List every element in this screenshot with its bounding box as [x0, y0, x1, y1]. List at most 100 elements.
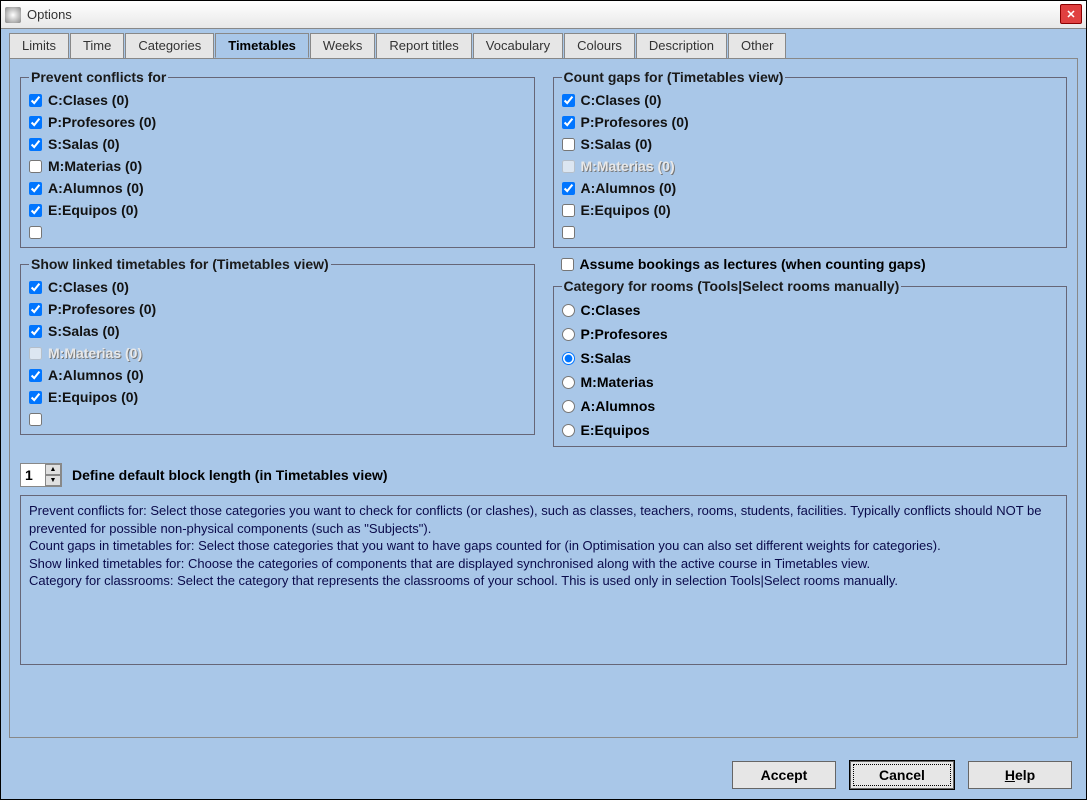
show-linked-item-label: A:Alumnos (0)	[48, 367, 144, 383]
prevent-item-checkbox[interactable]	[29, 94, 42, 107]
tab-panel-timetables: Prevent conflicts for C:Clases (0) P:Prof…	[9, 58, 1078, 738]
count-gaps-item-row: C:Clases (0)	[562, 89, 1059, 111]
prevent-item-checkbox[interactable]	[29, 204, 42, 217]
show-linked-item-checkbox[interactable]	[29, 391, 42, 404]
assume-bookings-checkbox[interactable]	[561, 258, 574, 271]
category-room-row: S:Salas	[562, 346, 1059, 370]
assume-bookings-row: Assume bookings as lectures (when counti…	[561, 256, 1068, 272]
prevent-item-row: E:Equipos (0)	[29, 199, 526, 221]
prevent-item-checkbox[interactable]	[29, 116, 42, 129]
prevent-item-row: M:Materias (0)	[29, 155, 526, 177]
tab-time[interactable]: Time	[70, 33, 124, 58]
block-length-input[interactable]	[21, 467, 45, 483]
prevent-item-label: C:Clases (0)	[48, 92, 129, 108]
cancel-button[interactable]: Cancel	[850, 761, 954, 789]
block-length-spinner[interactable]: ▲ ▼	[20, 463, 62, 487]
block-length-label: Define default block length (in Timetabl…	[72, 467, 388, 483]
prevent-item-checkbox[interactable]	[29, 160, 42, 173]
count-gaps-item-checkbox[interactable]	[562, 226, 575, 239]
show-linked-item-label: E:Equipos (0)	[48, 389, 138, 405]
show-linked-item-label: P:Profesores (0)	[48, 301, 156, 317]
show-linked-item-checkbox[interactable]	[29, 281, 42, 294]
category-room-radio[interactable]	[562, 376, 575, 389]
tab-description[interactable]: Description	[636, 33, 727, 58]
category-room-radio[interactable]	[562, 424, 575, 437]
titlebar: Options ✕	[1, 1, 1086, 29]
count-gaps-item-label: P:Profesores (0)	[581, 114, 689, 130]
spinner-up-icon[interactable]: ▲	[45, 464, 61, 475]
accept-button[interactable]: Accept	[732, 761, 836, 789]
count-gaps-item-label: M:Materias (0)	[581, 158, 675, 174]
show-linked-item-row	[29, 408, 526, 430]
legend-count-gaps: Count gaps for (Timetables view)	[562, 69, 786, 85]
show-linked-item-row: A:Alumnos (0)	[29, 364, 526, 386]
count-gaps-item-checkbox[interactable]	[562, 116, 575, 129]
show-linked-item-row: M:Materias (0)	[29, 342, 526, 364]
app-icon	[5, 7, 21, 23]
spinner-down-icon[interactable]: ▼	[45, 475, 61, 486]
count-gaps-item-row: P:Profesores (0)	[562, 111, 1059, 133]
prevent-item-checkbox[interactable]	[29, 182, 42, 195]
prevent-item-label: M:Materias (0)	[48, 158, 142, 174]
show-linked-item-checkbox[interactable]	[29, 325, 42, 338]
category-room-label: E:Equipos	[581, 422, 650, 438]
tab-timetables[interactable]: Timetables	[215, 33, 309, 58]
category-room-label: P:Profesores	[581, 326, 668, 342]
help-text-box: Prevent conflicts for: Select those cate…	[20, 495, 1067, 665]
prevent-item-label: P:Profesores (0)	[48, 114, 156, 130]
assume-bookings-label: Assume bookings as lectures (when counti…	[580, 256, 926, 272]
category-room-row: E:Equipos	[562, 418, 1059, 442]
count-gaps-item-checkbox[interactable]	[562, 138, 575, 151]
prevent-item-row: A:Alumnos (0)	[29, 177, 526, 199]
category-room-radio[interactable]	[562, 400, 575, 413]
category-room-label: A:Alumnos	[581, 398, 656, 414]
category-room-radio[interactable]	[562, 304, 575, 317]
legend-show-linked: Show linked timetables for (Timetables v…	[29, 256, 331, 272]
prevent-item-row: S:Salas (0)	[29, 133, 526, 155]
show-linked-item-row: S:Salas (0)	[29, 320, 526, 342]
show-linked-item-label: S:Salas (0)	[48, 323, 120, 339]
category-room-radio[interactable]	[562, 352, 575, 365]
show-linked-item-checkbox[interactable]	[29, 413, 42, 426]
count-gaps-item-label: S:Salas (0)	[581, 136, 653, 152]
tab-colours[interactable]: Colours	[564, 33, 635, 58]
count-gaps-item-row: M:Materias (0)	[562, 155, 1059, 177]
count-gaps-item-checkbox[interactable]	[562, 204, 575, 217]
prevent-item-checkbox[interactable]	[29, 138, 42, 151]
prevent-item-row: P:Profesores (0)	[29, 111, 526, 133]
close-icon[interactable]: ✕	[1060, 4, 1082, 24]
help-button[interactable]: Help	[968, 761, 1072, 789]
category-room-row: C:Clases	[562, 298, 1059, 322]
tab-limits[interactable]: Limits	[9, 33, 69, 58]
tab-report-titles[interactable]: Report titles	[376, 33, 471, 58]
prevent-item-row	[29, 221, 526, 243]
dialog-buttons: Accept Cancel Help	[732, 761, 1072, 789]
prevent-item-label: S:Salas (0)	[48, 136, 120, 152]
tab-weeks[interactable]: Weeks	[310, 33, 376, 58]
count-gaps-item-label: C:Clases (0)	[581, 92, 662, 108]
count-gaps-item-row: A:Alumnos (0)	[562, 177, 1059, 199]
prevent-item-checkbox[interactable]	[29, 226, 42, 239]
count-gaps-item-row: E:Equipos (0)	[562, 199, 1059, 221]
show-linked-item-checkbox[interactable]	[29, 369, 42, 382]
legend-prevent: Prevent conflicts for	[29, 69, 168, 85]
options-window: Options ✕ LimitsTimeCategoriesTimetables…	[0, 0, 1087, 800]
show-linked-item-checkbox	[29, 347, 42, 360]
tab-other[interactable]: Other	[728, 33, 787, 58]
tab-categories[interactable]: Categories	[125, 33, 214, 58]
category-room-row: A:Alumnos	[562, 394, 1059, 418]
tab-vocabulary[interactable]: Vocabulary	[473, 33, 563, 58]
category-room-radio[interactable]	[562, 328, 575, 341]
show-linked-item-checkbox[interactable]	[29, 303, 42, 316]
category-room-label: M:Materias	[581, 374, 654, 390]
window-title: Options	[27, 7, 72, 22]
group-prevent-conflicts: Prevent conflicts for C:Clases (0) P:Prof…	[20, 69, 535, 248]
count-gaps-item-checkbox[interactable]	[562, 94, 575, 107]
group-show-linked: Show linked timetables for (Timetables v…	[20, 256, 535, 435]
show-linked-item-row: P:Profesores (0)	[29, 298, 526, 320]
category-room-label: S:Salas	[581, 350, 632, 366]
count-gaps-item-row	[562, 221, 1059, 243]
count-gaps-item-checkbox[interactable]	[562, 182, 575, 195]
group-category-rooms: Category for rooms (Tools|Select rooms m…	[553, 278, 1068, 447]
show-linked-item-row: C:Clases (0)	[29, 276, 526, 298]
